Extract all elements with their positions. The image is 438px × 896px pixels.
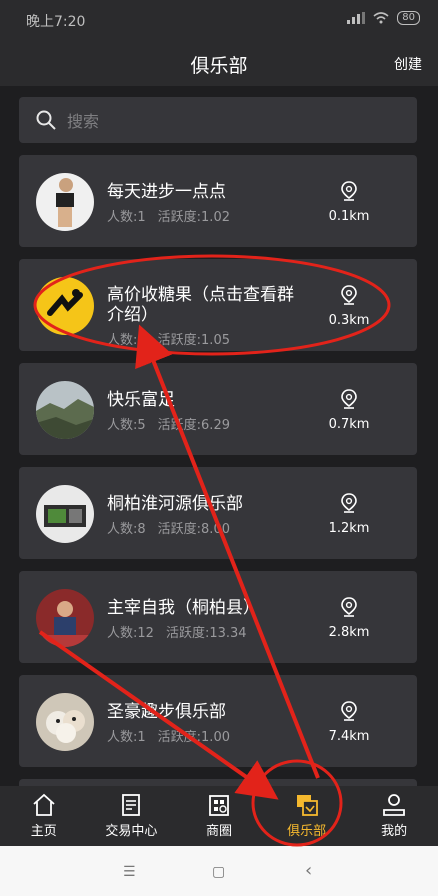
tab-profile[interactable]: 我的	[354, 793, 434, 839]
location-pin-icon	[341, 493, 357, 513]
club-avatar	[36, 693, 94, 751]
location-pin-icon	[341, 181, 357, 201]
signal-icon	[347, 12, 366, 24]
club-distance: 2.8km	[328, 625, 370, 640]
search-bar[interactable]: 搜索	[19, 97, 417, 143]
location-pin-icon	[341, 701, 357, 721]
header: 俱乐部 创建	[0, 40, 438, 86]
tab-label: 交易中心	[105, 824, 158, 839]
club-avatar	[36, 589, 94, 647]
battery-icon: 80	[397, 11, 420, 25]
club-icon	[296, 795, 318, 816]
club-avatar	[36, 381, 94, 439]
search-icon	[36, 110, 56, 130]
club-name: 每天进步一点点	[107, 182, 226, 202]
tab-club[interactable]: 俱乐部	[267, 793, 347, 839]
status-time: 晚上7:20	[26, 14, 86, 30]
club-activity: 活跃度:1.02	[157, 210, 230, 225]
club-members: 人数:5	[107, 418, 146, 433]
club-activity: 活跃度:8.00	[157, 522, 230, 537]
status-bar: 晚上7:20 80	[0, 0, 438, 40]
profile-icon	[383, 794, 406, 816]
club-members: 人数:1	[107, 333, 146, 348]
club-card[interactable]: 主宰自我（桐柏县） 人数:12 活跃度:13.34 2.8km	[19, 571, 417, 663]
search-placeholder[interactable]: 搜索	[67, 108, 99, 132]
club-card[interactable]: 桐柏淮河源俱乐部 人数:8 活跃度:8.00 1.2km	[19, 467, 417, 559]
club-members: 人数:8	[107, 522, 146, 537]
wifi-icon	[373, 12, 389, 24]
system-nav-bar: ☰ ▢ ‹	[0, 846, 438, 896]
club-name: 主宰自我（桐柏县）	[107, 598, 260, 618]
club-avatar	[36, 173, 94, 231]
bottom-tab-bar: 主页 交易中心 商圈 俱乐部 我的	[0, 786, 438, 846]
tab-label: 商圈	[205, 824, 232, 839]
location-pin-icon	[341, 285, 357, 305]
home-icon	[33, 793, 55, 816]
club-name: 高价收糖果（点击查看群介绍）	[107, 285, 294, 325]
tab-home[interactable]: 主页	[4, 793, 84, 839]
club-activity: 活跃度:1.05	[157, 333, 230, 348]
club-members: 人数:12	[107, 626, 154, 641]
club-avatar	[36, 485, 94, 543]
club-members: 人数:1	[107, 730, 146, 745]
club-distance: 1.2km	[328, 521, 370, 536]
club-card[interactable]: 快乐富足 人数:5 活跃度:6.29 0.7km	[19, 363, 417, 455]
club-avatar	[36, 277, 94, 335]
tab-label: 主页	[30, 824, 57, 839]
create-button[interactable]: 创建	[394, 54, 422, 74]
club-members: 人数:1	[107, 210, 146, 225]
tab-business-circle[interactable]: 商圈	[179, 793, 259, 839]
club-distance: 0.3km	[328, 313, 370, 328]
document-icon	[122, 794, 141, 816]
tab-trade-center[interactable]: 交易中心	[91, 793, 171, 839]
club-distance: 0.7km	[328, 417, 370, 432]
location-pin-icon	[341, 597, 357, 617]
page-title: 俱乐部	[190, 55, 248, 77]
club-card[interactable]: 圣豪趣步俱乐部 人数:1 活跃度:1.00 7.4km	[19, 675, 417, 767]
club-name: 桐柏淮河源俱乐部	[107, 494, 243, 514]
club-activity: 活跃度:1.00	[157, 730, 230, 745]
tab-label: 俱乐部	[287, 824, 327, 839]
back-icon[interactable]: ‹	[305, 860, 312, 881]
club-list: 每天进步一点点 人数:1 活跃度:1.02 0.1km 高价收糖果（点击查看群介绍…	[19, 155, 417, 821]
club-activity: 活跃度:6.29	[157, 418, 230, 433]
club-card[interactable]: 每天进步一点点 人数:1 活跃度:1.02 0.1km	[19, 155, 417, 247]
club-name: 圣豪趣步俱乐部	[107, 702, 226, 722]
club-name: 快乐富足	[107, 390, 175, 410]
club-distance: 0.1km	[328, 209, 370, 224]
menu-icon[interactable]: ☰	[123, 864, 136, 880]
club-distance: 7.4km	[328, 729, 370, 744]
club-card[interactable]: 高价收糖果（点击查看群介绍） 人数:1 活跃度:1.05 0.3km	[19, 259, 417, 351]
location-pin-icon	[341, 389, 357, 409]
store-icon	[209, 795, 229, 816]
tab-label: 我的	[381, 824, 408, 839]
club-activity: 活跃度:13.34	[165, 626, 247, 641]
home-nav-icon[interactable]: ▢	[212, 864, 225, 880]
